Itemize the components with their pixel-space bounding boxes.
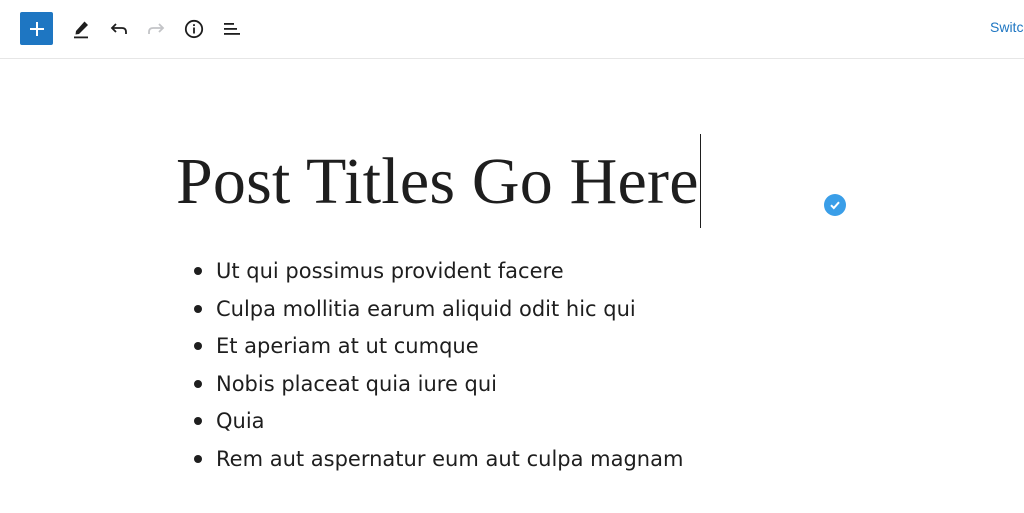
list-view-button[interactable] [215,12,248,45]
check-circle-icon [830,201,840,210]
list-item[interactable]: Nobis placeat quia iure qui [176,365,683,403]
bullet-icon [194,379,202,388]
info-icon [184,19,203,38]
list-item-text: Quia [216,409,265,434]
add-block-button[interactable] [20,12,53,45]
list-item[interactable]: Ut qui possimus provident facere [176,252,683,290]
details-button[interactable] [177,12,210,45]
redo-button[interactable] [139,12,172,45]
list-item-text: Et aperiam at ut cumque [216,334,479,359]
editor-toolbar: Switch [0,0,1024,59]
list-item[interactable]: Culpa mollitia earum aliquid odit hic qu… [176,290,683,328]
list-item[interactable]: Et aperiam at ut cumque [176,327,683,365]
tools-button[interactable] [64,12,97,45]
post-title[interactable]: Post Titles Go Here [176,134,701,229]
list-item[interactable]: Quia [176,402,683,440]
list-item-text: Nobis placeat quia iure qui [216,371,498,396]
bullet-icon [194,417,202,426]
list-item-text: Ut qui possimus provident facere [216,259,564,283]
text-caret [699,134,701,228]
list-block[interactable]: Ut qui possimus provident facere Culpa m… [176,252,683,478]
switch-link[interactable]: Switch [990,19,1024,35]
list-item-text: Rem aut aspernatur eum aut culpa magnam [216,446,684,471]
bullet-icon [194,304,202,313]
undo-button[interactable] [102,12,135,45]
pencil-icon [73,21,88,38]
status-badge[interactable] [824,194,846,216]
bullet-icon [194,454,202,463]
plus-icon [29,21,44,36]
list-item[interactable]: Rem aut aspernatur eum aut culpa magnam [176,440,683,478]
list-view-icon [223,22,240,35]
bullet-icon [194,267,202,275]
bullet-icon [194,342,202,351]
post-title-text: Post Titles Go Here [176,145,699,218]
redo-icon [147,22,164,34]
undo-icon [110,22,127,34]
list-item-text: Culpa mollitia earum aliquid odit hic qu… [216,296,636,321]
